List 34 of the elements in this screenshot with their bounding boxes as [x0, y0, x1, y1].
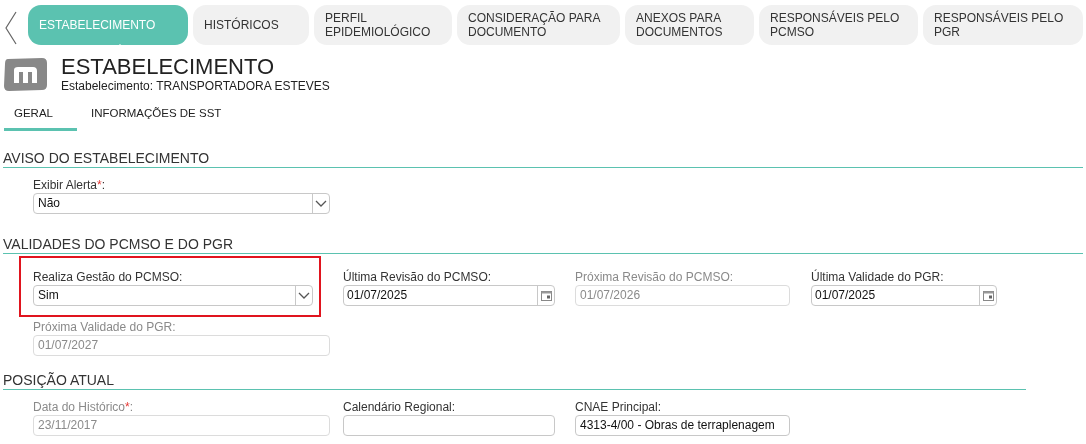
- date-field[interactable]: 01/07/2025: [343, 285, 555, 307]
- tab[interactable]: RESPONSÁVEIS PELO PCMSO: [759, 5, 918, 45]
- field-label: Última Validade do PGR:: [811, 270, 945, 285]
- select-field[interactable]: Sim: [33, 285, 313, 307]
- date-field[interactable]: 01/07/2025: [811, 285, 997, 307]
- section-heading: VALIDADES DO PCMSO E DO PGR: [3, 236, 1083, 255]
- text-field[interactable]: [343, 415, 555, 437]
- field-label: Data do Histórico*:: [33, 400, 135, 415]
- field-label: Calendário Regional:: [343, 400, 457, 415]
- select-field[interactable]: Não: [33, 193, 330, 215]
- calendar-icon[interactable]: [540, 290, 552, 301]
- page-subtitle: Estabelecimento: TRANSPORTADORA ESTEVES: [61, 79, 330, 93]
- tab[interactable]: RESPONSÁVEIS PELO PGR: [923, 5, 1083, 45]
- field-label: Próxima Validade do PGR:: [33, 320, 177, 335]
- page-title: ESTABELECIMENTO: [61, 55, 276, 79]
- text-field[interactable]: 4313-4/00 - Obras de terraplenagem: [575, 415, 790, 437]
- field-label: Realiza Gestão do PCMSO:: [33, 270, 184, 285]
- subtab[interactable]: INFORMAÇÕES DE SST: [81, 103, 232, 132]
- tab[interactable]: HISTÓRICOS: [193, 5, 309, 45]
- back-chevron-icon[interactable]: [4, 11, 17, 45]
- section-heading: POSIÇÃO ATUAL: [3, 372, 1026, 391]
- field-label: Última Revisão do PCMSO:: [343, 270, 493, 285]
- field-label: CNAE Principal:: [575, 400, 663, 415]
- section-heading: AVISO DO ESTABELECIMENTO: [3, 150, 1083, 169]
- field-label: Exibir Alerta*:: [33, 178, 107, 193]
- calendar-icon[interactable]: [982, 290, 994, 301]
- chevron-down-icon: [298, 292, 310, 300]
- chevron-down-icon: [315, 200, 327, 208]
- field-label: Próxima Revisão do PCMSO:: [575, 270, 735, 285]
- tab[interactable]: CONSIDERAÇÃO PARA DOCUMENTO: [457, 5, 620, 45]
- tab[interactable]: PERFIL EPIDEMIOLÓGICO: [314, 5, 452, 45]
- tab[interactable]: ANEXOS PARA DOCUMENTOS: [625, 5, 754, 45]
- logo-icon: [3, 55, 48, 93]
- subtab[interactable]: GERAL: [4, 103, 77, 132]
